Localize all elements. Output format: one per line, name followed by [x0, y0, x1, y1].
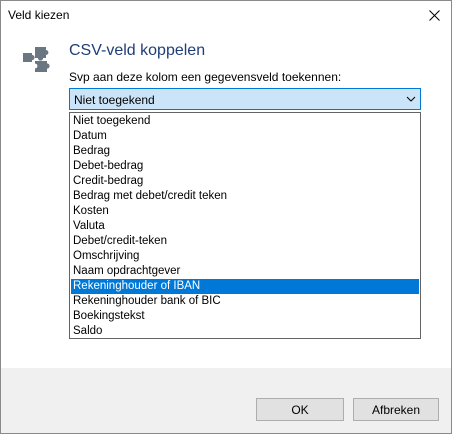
- dropdown-option[interactable]: Valuta: [71, 219, 419, 234]
- ok-button[interactable]: OK: [256, 398, 344, 421]
- dropdown-option[interactable]: Bedrag: [71, 144, 419, 159]
- field-select-value: Niet toegekend: [74, 93, 155, 107]
- dropdown-option[interactable]: Bedrag met debet/credit teken: [71, 189, 419, 204]
- dropdown-option[interactable]: Niet toegekend: [71, 114, 419, 129]
- dropdown-option[interactable]: Rekeninghouder of IBAN: [71, 279, 419, 294]
- dialog-footer: OK Afbreken: [1, 368, 451, 433]
- puzzle-icon: [23, 47, 50, 72]
- dialog-window: Veld kiezen CSV-veld koppelen Svp aan de…: [0, 0, 452, 434]
- dropdown-option[interactable]: Credit-bedrag: [71, 174, 419, 189]
- cancel-button[interactable]: Afbreken: [353, 398, 439, 421]
- dropdown-option[interactable]: Datum: [71, 129, 419, 144]
- dropdown-option[interactable]: Debet-bedrag: [71, 159, 419, 174]
- dialog-heading: CSV-veld koppelen: [69, 42, 206, 59]
- dropdown-option[interactable]: Omschrijving: [71, 249, 419, 264]
- dropdown-option[interactable]: Kosten: [71, 204, 419, 219]
- dropdown-option[interactable]: Naam opdrachtgever: [71, 264, 419, 279]
- dropdown-option[interactable]: Debet/credit-teken: [71, 234, 419, 249]
- close-icon: [428, 10, 440, 21]
- field-select[interactable]: Niet toegekend: [69, 88, 421, 110]
- window-title: Veld kiezen: [8, 8, 70, 22]
- chevron-down-icon: [406, 96, 416, 102]
- dropdown-option[interactable]: Boekingstekst: [71, 309, 419, 324]
- close-button[interactable]: [417, 1, 451, 30]
- dropdown-option[interactable]: Saldo: [71, 324, 419, 339]
- field-dropdown-list: Niet toegekend Datum Bedrag Debet-bedrag…: [69, 112, 421, 339]
- dropdown-option[interactable]: Rekeninghouder bank of BIC: [71, 294, 419, 309]
- field-prompt: Svp aan deze kolom een gegevensveld toek…: [69, 70, 342, 84]
- title-bar: Veld kiezen: [1, 1, 451, 30]
